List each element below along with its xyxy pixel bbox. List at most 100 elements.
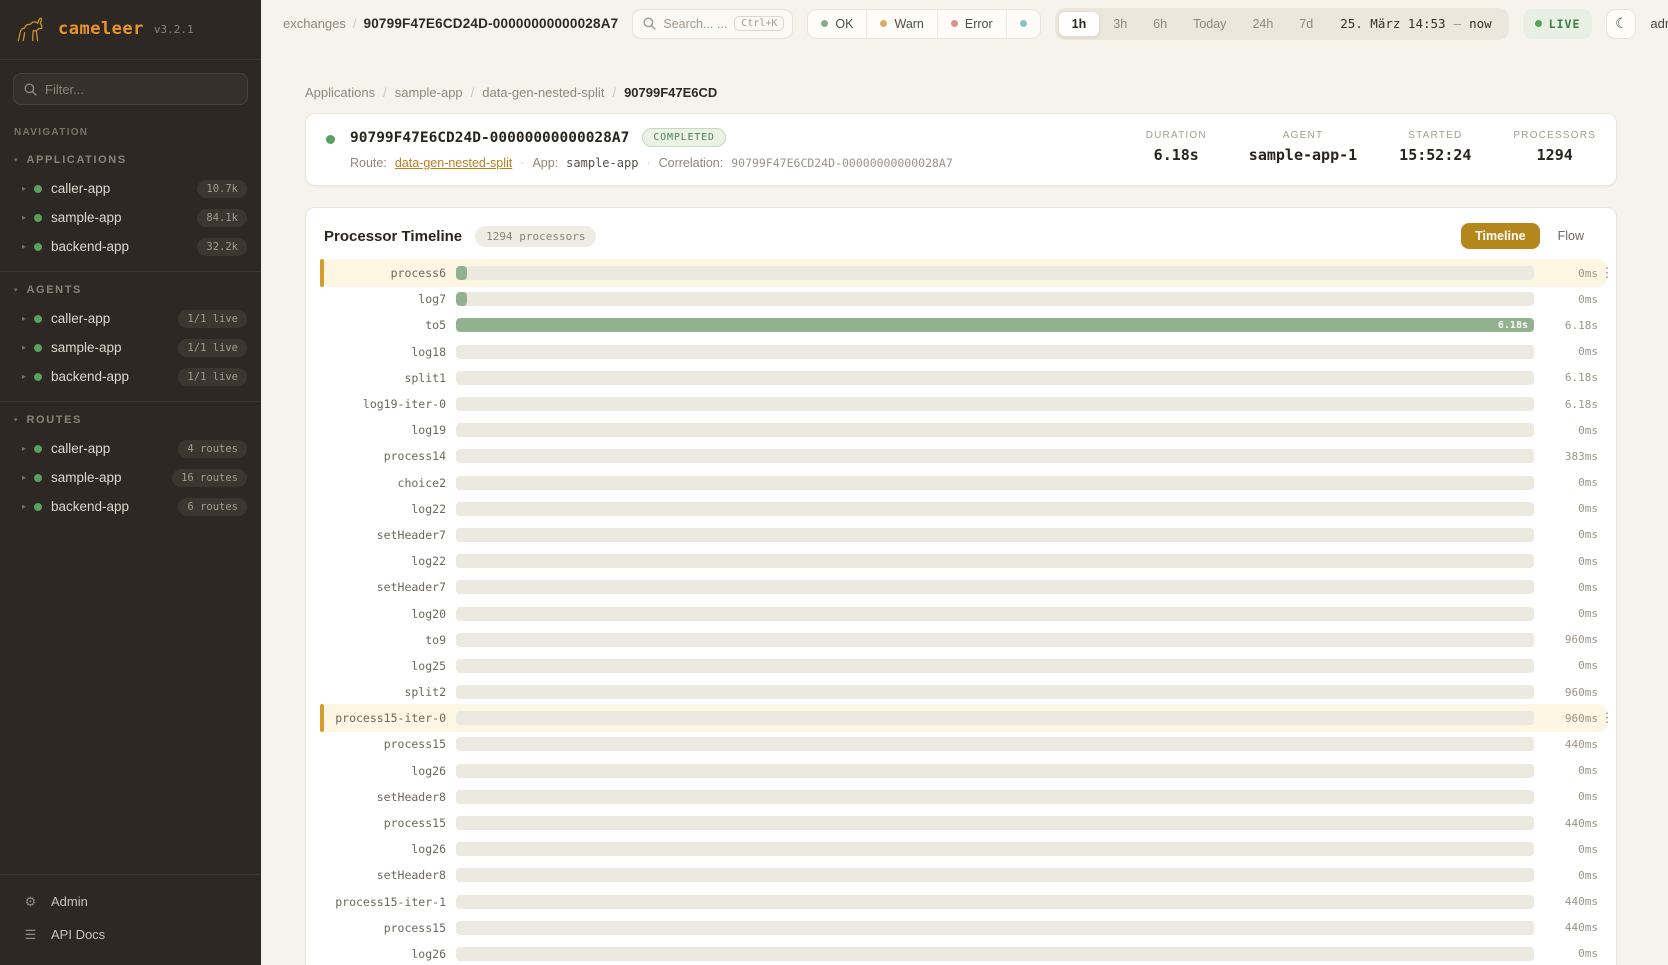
- status-badge: COMPLETED: [642, 128, 725, 147]
- row-duration: 0ms: [1540, 424, 1598, 437]
- sidebar-item-sample-app[interactable]: ▸sample-app16 routes: [0, 463, 261, 492]
- status-dot-icon: [951, 20, 958, 27]
- timeline-row-split2[interactable]: split2960ms⋮: [306, 679, 1616, 705]
- timeline-row-to5[interactable]: to56.18s6.18s⋮: [306, 312, 1616, 338]
- time-range-today[interactable]: Today: [1180, 12, 1239, 36]
- correlation-label: Correlation:: [659, 156, 724, 170]
- timeline-row-log7[interactable]: log70ms⋮: [306, 286, 1616, 312]
- section-header-routes[interactable]: ▾ROUTES: [0, 414, 261, 426]
- item-badge: 16 routes: [172, 469, 247, 487]
- row-duration: 440ms: [1540, 738, 1598, 751]
- timeline-row-setHeader8[interactable]: setHeader80ms⋮: [306, 862, 1616, 888]
- stat-value: 1294: [1513, 146, 1596, 164]
- timeline-row-setHeader7[interactable]: setHeader70ms⋮: [306, 574, 1616, 600]
- dark-mode-button[interactable]: ☾: [1606, 9, 1636, 39]
- timeline-row-log18[interactable]: log180ms⋮: [306, 339, 1616, 365]
- kebab-menu-icon[interactable]: ⋮: [1598, 710, 1616, 726]
- sidebar-item-backend-app[interactable]: ▸backend-app6 routes: [0, 492, 261, 521]
- time-range-1h[interactable]: 1h: [1058, 11, 1101, 37]
- stat-label: STARTED: [1399, 130, 1471, 141]
- kebab-menu-icon[interactable]: ⋮: [1598, 265, 1616, 281]
- breadcrumb-route[interactable]: data-gen-nested-split: [482, 85, 604, 100]
- timeline-row-log25[interactable]: log250ms⋮: [306, 653, 1616, 679]
- live-toggle[interactable]: LIVE: [1523, 9, 1593, 39]
- breadcrumb-app[interactable]: sample-app: [395, 85, 463, 100]
- processor-name: log19-iter-0: [306, 397, 446, 411]
- item-label: sample-app: [51, 340, 122, 355]
- chevron-right-icon: ▸: [22, 473, 34, 482]
- status-filter-warn[interactable]: Warn: [867, 10, 937, 38]
- processor-name: setHeader8: [306, 868, 446, 882]
- tab-flow[interactable]: Flow: [1544, 223, 1598, 249]
- filter-input[interactable]: [45, 82, 237, 97]
- item-label: sample-app: [51, 210, 122, 225]
- time-range-6h[interactable]: 6h: [1140, 12, 1180, 36]
- stat-value: 6.18s: [1146, 146, 1207, 164]
- timeline-row-setHeader8[interactable]: setHeader80ms⋮: [306, 784, 1616, 810]
- date-range[interactable]: 25. März 14:53—now: [1326, 16, 1505, 31]
- camel-logo-icon: [12, 12, 48, 46]
- time-range-7d[interactable]: 7d: [1286, 12, 1326, 36]
- duration-bar: [456, 266, 467, 280]
- timeline-row-log19-iter-0[interactable]: log19-iter-06.18s⋮: [306, 391, 1616, 417]
- global-search[interactable]: Search... ... Ctrl+K: [632, 9, 793, 39]
- timeline-row-process15-iter-0[interactable]: process15-iter-0960ms⋮: [306, 705, 1616, 731]
- timeline-row-choice2[interactable]: choice20ms⋮: [306, 470, 1616, 496]
- time-range-3h[interactable]: 3h: [1100, 12, 1140, 36]
- sidebar-item-backend-app[interactable]: ▸backend-app1/1 live: [0, 362, 261, 391]
- timeline-row-process15[interactable]: process15440ms⋮: [306, 915, 1616, 941]
- timeline-row-setHeader7[interactable]: setHeader70ms⋮: [306, 522, 1616, 548]
- timeline-row-log22[interactable]: log220ms⋮: [306, 548, 1616, 574]
- breadcrumb-applications[interactable]: Applications: [305, 85, 375, 100]
- chevron-right-icon: ▸: [22, 343, 34, 352]
- sidebar-sections: ▾APPLICATIONS▸caller-app10.7k▸sample-app…: [0, 142, 261, 531]
- timeline-row-log26[interactable]: log260ms⋮: [306, 836, 1616, 862]
- timeline-row-process6[interactable]: process60ms⋮: [306, 260, 1616, 286]
- timeline-header: Processor Timeline 1294 processors Timel…: [306, 223, 1616, 249]
- timeline-row-log22[interactable]: log220ms⋮: [306, 496, 1616, 522]
- chevron-right-icon: ▸: [22, 444, 34, 453]
- timeline-row-process15[interactable]: process15440ms⋮: [306, 810, 1616, 836]
- sidebar-item-caller-app[interactable]: ▸caller-app4 routes: [0, 434, 261, 463]
- sidebar-item-caller-app[interactable]: ▸caller-app1/1 live: [0, 304, 261, 333]
- timeline-row-process15[interactable]: process15440ms⋮: [306, 731, 1616, 757]
- tab-timeline[interactable]: Timeline: [1461, 223, 1539, 249]
- search-icon: [24, 83, 37, 96]
- status-filter-error[interactable]: Error: [938, 10, 1007, 38]
- breadcrumb-section[interactable]: exchanges: [283, 16, 346, 31]
- processor-name: process15: [306, 921, 446, 935]
- sidebar-footer-api-docs[interactable]: ☰API Docs: [0, 918, 261, 951]
- duration-track: [456, 764, 1534, 778]
- timeline-row-process15-iter-1[interactable]: process15-iter-1440ms⋮: [306, 889, 1616, 915]
- processor-name: log18: [306, 345, 446, 359]
- processor-name: log26: [306, 947, 446, 961]
- status-filter-ok[interactable]: OK: [808, 10, 867, 38]
- sidebar-footer-admin[interactable]: ⚙Admin: [0, 885, 261, 918]
- section-header-agents[interactable]: ▾AGENTS: [0, 284, 261, 296]
- status-filter-extra[interactable]: [1007, 10, 1040, 38]
- stat-processors: PROCESSORS1294: [1513, 130, 1596, 170]
- timeline-row-log26[interactable]: log260ms⋮: [306, 758, 1616, 784]
- timeline-row-split1[interactable]: split16.18s⋮: [306, 365, 1616, 391]
- row-duration: 6.18s: [1540, 398, 1598, 411]
- sidebar-item-backend-app[interactable]: ▸backend-app32.2k: [0, 232, 261, 261]
- sidebar-item-sample-app[interactable]: ▸sample-app84.1k: [0, 203, 261, 232]
- timeline-row-log19[interactable]: log190ms⋮: [306, 417, 1616, 443]
- sidebar-item-sample-app[interactable]: ▸ sample-app 1/1 live: [0, 333, 261, 362]
- timeline-row-log20[interactable]: log200ms⋮: [306, 600, 1616, 626]
- sidebar-item-caller-app[interactable]: ▸caller-app10.7k: [0, 174, 261, 203]
- app-window: cameleer v3.2.1 NAVIGATION ▾APPLICATIONS…: [0, 0, 1668, 965]
- timeline-row-to9[interactable]: to9960ms⋮: [306, 627, 1616, 653]
- row-duration: 0ms: [1540, 345, 1598, 358]
- item-badge: 1/1 live: [178, 339, 247, 357]
- processor-name: to9: [306, 633, 446, 647]
- row-duration: 0ms: [1540, 843, 1598, 856]
- sidebar-filter[interactable]: [13, 73, 248, 105]
- chevron-right-icon: ▸: [22, 242, 34, 251]
- time-range-24h[interactable]: 24h: [1239, 12, 1286, 36]
- timeline-row-process14[interactable]: process14383ms⋮: [306, 443, 1616, 469]
- section-header-applications[interactable]: ▾APPLICATIONS: [0, 154, 261, 166]
- timeline-row-log26[interactable]: log260ms⋮: [306, 941, 1616, 965]
- footer-label: API Docs: [51, 927, 105, 942]
- route-link[interactable]: data-gen-nested-split: [395, 156, 512, 170]
